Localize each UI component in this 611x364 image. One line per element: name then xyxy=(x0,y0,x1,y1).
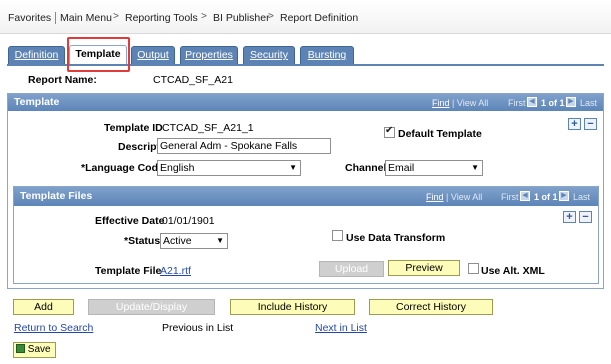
tab-output[interactable]: Output xyxy=(131,46,175,64)
return-to-search-link[interactable]: Return to Search xyxy=(14,322,93,334)
use-data-transform-checkbox[interactable] xyxy=(332,230,343,241)
breadcrumb-divider xyxy=(55,12,56,24)
chevron-right-icon: > xyxy=(268,11,274,22)
delete-row-button[interactable]: − xyxy=(584,118,597,130)
template-section-title: Template xyxy=(14,96,60,108)
previous-row-icon[interactable]: ◀ xyxy=(520,191,530,201)
row-count: 1 of 1 xyxy=(541,98,565,108)
save-button[interactable]: Save xyxy=(13,342,56,358)
last-label: Last xyxy=(580,98,598,108)
template-id-value: CTCAD_SF_A21_1 xyxy=(162,122,254,134)
chevron-down-icon: ▼ xyxy=(471,163,479,172)
report-name-value: CTCAD_SF_A21 xyxy=(153,74,233,86)
effective-date-value: 01/01/1901 xyxy=(162,215,215,227)
template-files-title: Template Files xyxy=(20,190,93,202)
chevron-down-icon: ▼ xyxy=(216,236,224,245)
tab-security[interactable]: Security xyxy=(243,46,295,64)
delete-file-row-button[interactable]: − xyxy=(579,211,592,223)
row-count: 1 of 1 xyxy=(534,192,558,202)
chevron-right-icon: > xyxy=(201,11,207,22)
next-in-list-link[interactable]: Next in List xyxy=(315,322,367,334)
description-input[interactable]: General Adm - Spokane Falls xyxy=(157,138,331,154)
use-alt-xml-checkbox[interactable] xyxy=(468,263,479,274)
first-label: First xyxy=(501,192,519,202)
language-code-value: English xyxy=(160,162,195,174)
find-link[interactable]: Find xyxy=(426,192,444,202)
channel-select[interactable]: Email ▼ xyxy=(385,160,483,176)
breadcrumb-main-menu[interactable]: Main Menu xyxy=(60,12,112,24)
status-value: Active xyxy=(163,235,192,247)
update-display-button[interactable]: Update/Display xyxy=(88,299,215,315)
status-select[interactable]: Active ▼ xyxy=(160,233,228,249)
next-row-icon[interactable]: ▶ xyxy=(559,191,569,201)
tab-bursting[interactable]: Bursting xyxy=(300,46,354,64)
breadcrumb-reporting-tools[interactable]: Reporting Tools xyxy=(125,12,198,24)
preview-button[interactable]: Preview xyxy=(388,260,460,276)
previous-row-icon[interactable]: ◀ xyxy=(527,97,537,107)
use-alt-xml-label: Use Alt. XML xyxy=(481,265,545,277)
channel-value: Email xyxy=(388,162,415,174)
tab-properties[interactable]: Properties xyxy=(180,46,238,64)
last-label: Last xyxy=(573,192,591,202)
use-data-transform-label: Use Data Transform xyxy=(346,232,446,244)
template-file-label: Template File xyxy=(95,265,162,277)
template-files-header: Template Files Find | View All First ◀ 1… xyxy=(14,187,598,206)
correct-history-button[interactable]: Correct History xyxy=(369,299,493,315)
view-all-link[interactable]: View All xyxy=(451,192,482,202)
status-label: *Status xyxy=(124,235,161,247)
template-file-link[interactable]: A21.rtf xyxy=(160,265,191,277)
upload-button[interactable]: Upload xyxy=(319,261,384,277)
breadcrumb-bi-publisher[interactable]: BI Publisher xyxy=(213,12,270,24)
template-section-header: Template Find | View All First ◀ 1 of 1 … xyxy=(8,94,603,111)
tab-highlight-box xyxy=(67,37,130,72)
find-link[interactable]: Find xyxy=(432,98,450,108)
chevron-down-icon: ▼ xyxy=(289,163,297,172)
default-template-checkbox[interactable] xyxy=(384,125,395,138)
previous-in-list-text: Previous in List xyxy=(162,322,234,334)
report-name-label: Report Name: xyxy=(28,74,97,86)
breadcrumb-favorites[interactable]: Favorites xyxy=(8,12,51,24)
add-row-button[interactable]: + xyxy=(568,118,581,130)
breadcrumb: Favorites Main Menu > Reporting Tools > … xyxy=(0,0,611,34)
add-file-row-button[interactable]: + xyxy=(563,211,576,223)
breadcrumb-report-definition: Report Definition xyxy=(280,12,359,24)
view-all-link[interactable]: View All xyxy=(457,98,488,108)
next-row-icon[interactable]: ▶ xyxy=(566,97,576,107)
effective-date-label: Effective Date xyxy=(95,215,165,227)
tab-definition[interactable]: Definition xyxy=(8,46,65,64)
chevron-right-icon: > xyxy=(113,11,119,22)
language-code-select[interactable]: English ▼ xyxy=(157,160,301,176)
language-code-label: *Language Code xyxy=(81,162,164,174)
include-history-button[interactable]: Include History xyxy=(230,299,355,315)
first-label: First xyxy=(508,98,526,108)
default-template-label: Default Template xyxy=(398,128,482,140)
add-button[interactable]: Add xyxy=(13,299,74,315)
floppy-disk-icon xyxy=(16,344,25,353)
channel-label: Channel xyxy=(345,162,387,174)
template-id-label: Template ID xyxy=(104,122,163,134)
save-button-label: Save xyxy=(27,344,51,355)
